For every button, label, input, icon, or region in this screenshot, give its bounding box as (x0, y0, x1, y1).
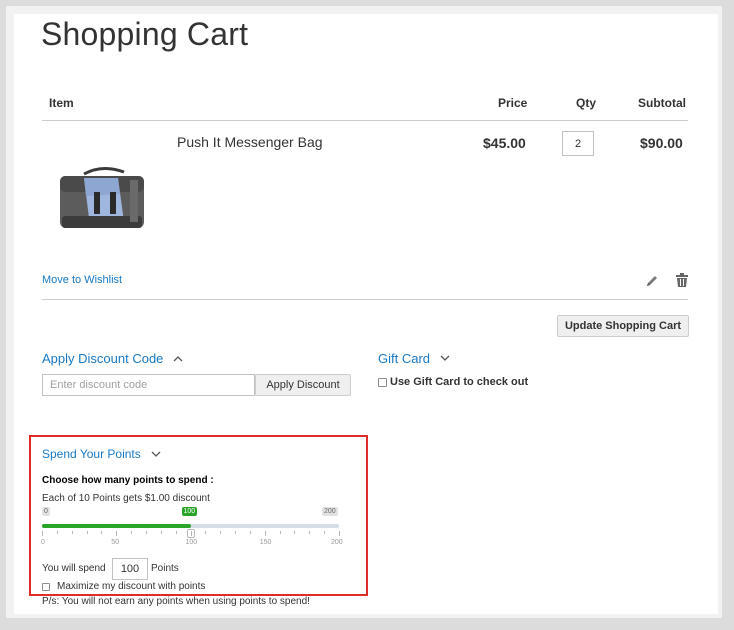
slider-tick (101, 531, 103, 534)
points-amount-input[interactable] (112, 558, 148, 580)
points-slider-fill (42, 524, 191, 528)
qty-input[interactable] (562, 131, 594, 156)
slider-tick (190, 531, 192, 536)
column-header-subtotal: Subtotal (638, 96, 686, 110)
slider-tick (339, 531, 340, 536)
column-header-item: Item (49, 96, 74, 110)
slider-tick (175, 531, 177, 534)
column-header-price: Price (498, 96, 528, 110)
slider-current-badge: 100 (181, 507, 198, 516)
table-header-divider (42, 120, 688, 121)
use-gift-card-checkbox[interactable] (378, 378, 387, 387)
points-slider-track[interactable] (42, 524, 339, 528)
slider-tick-label: 0 (41, 539, 45, 546)
page-title: Shopping Cart (41, 16, 249, 52)
gift-card-title: Gift Card (378, 351, 431, 366)
spend-points-toggle[interactable]: Spend Your Points (42, 447, 161, 461)
points-note: P/s: You will not earn any points when u… (42, 596, 310, 607)
maximize-discount-checkbox[interactable] (42, 583, 50, 591)
slider-max-badge: 200 (322, 507, 338, 516)
move-to-wishlist-link[interactable]: Move to Wishlist (42, 274, 122, 286)
chevron-up-icon (173, 355, 183, 362)
discount-code-input[interactable] (42, 374, 255, 396)
product-name[interactable]: Push It Messenger Bag (177, 134, 323, 150)
product-price: $45.00 (483, 135, 526, 151)
apply-discount-title: Apply Discount Code (42, 351, 164, 366)
cart-page: Shopping Cart Item Price Qty Subtotal Pu… (14, 14, 718, 614)
edit-icon[interactable] (645, 274, 659, 288)
slider-tick-label: 150 (259, 539, 272, 546)
slider-tick (294, 531, 296, 534)
slider-tick-label: 50 (111, 539, 120, 546)
points-subtitle: Choose how many points to spend : (42, 475, 214, 486)
column-header-qty: Qty (576, 96, 597, 110)
points-rate-text: Each of 10 Points gets $1.00 discount (42, 493, 210, 504)
slider-tick (220, 531, 222, 534)
slider-tick (249, 531, 251, 534)
slider-tick (264, 531, 266, 536)
slider-tick (235, 531, 237, 534)
product-subtotal: $90.00 (640, 135, 683, 151)
slider-tick (309, 531, 311, 534)
slider-tick (42, 531, 43, 536)
row-divider (42, 299, 688, 300)
gift-card-toggle[interactable]: Gift Card (378, 351, 450, 366)
spend-points-title: Spend Your Points (42, 447, 141, 461)
apply-discount-button[interactable]: Apply Discount (255, 374, 351, 396)
slider-tick (56, 531, 58, 534)
chevron-down-icon (151, 451, 161, 458)
slider-tick (145, 531, 147, 534)
slider-min-badge: 0 (42, 507, 50, 516)
update-shopping-cart-button[interactable]: Update Shopping Cart (557, 315, 689, 337)
slider-tick (205, 531, 207, 534)
spend-prefix-text: You will spend (42, 563, 106, 574)
chevron-down-icon (440, 355, 450, 362)
spend-suffix-text: Points (151, 563, 179, 574)
slider-tick (116, 531, 118, 536)
product-image[interactable] (54, 166, 150, 238)
slider-tick (279, 531, 281, 534)
slider-tick (131, 531, 133, 534)
slider-tick (160, 531, 162, 534)
slider-tick-label: 200 (331, 539, 343, 546)
slider-tick (71, 531, 73, 534)
slider-tick (324, 531, 326, 534)
use-gift-card-label: Use Gift Card to check out (390, 376, 529, 388)
apply-discount-toggle[interactable]: Apply Discount Code (42, 351, 183, 366)
slider-tick (86, 531, 88, 534)
maximize-discount-label: Maximize my discount with points (57, 581, 206, 592)
slider-tick-label: 100 (185, 539, 198, 546)
points-slider-scale: 0 50 100 150 200 (41, 531, 343, 555)
trash-icon[interactable] (675, 273, 689, 288)
